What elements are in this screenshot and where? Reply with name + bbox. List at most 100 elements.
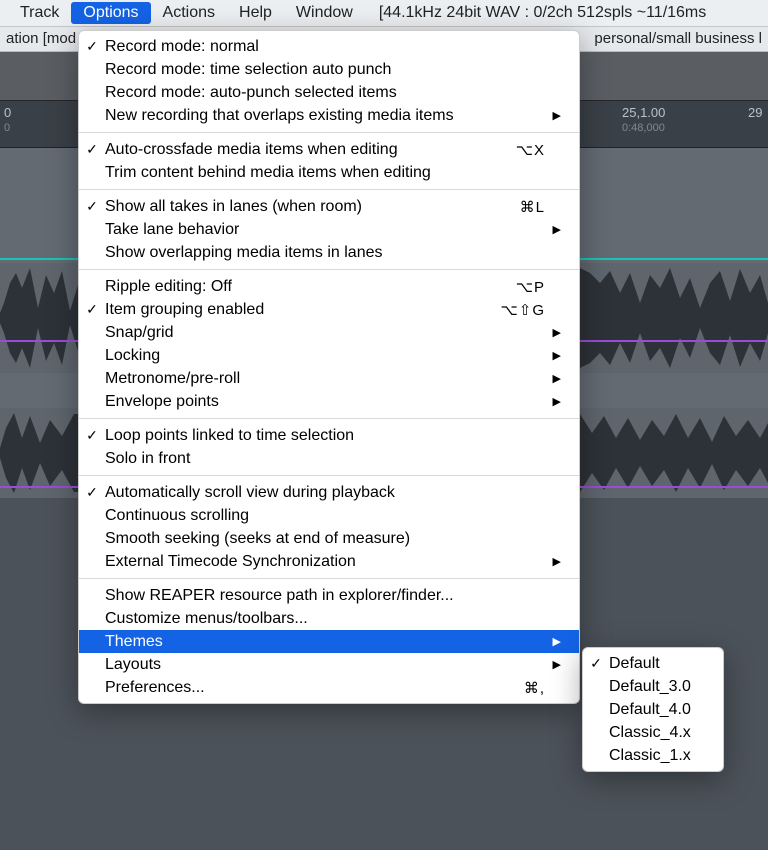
menu-item-label: Show overlapping media items in lanes (105, 244, 545, 262)
menu-item-loop-points-linked-to-time-selection[interactable]: ✓Loop points linked to time selection (79, 424, 579, 447)
theme-item-classic-1-x[interactable]: Classic_1.x (583, 744, 723, 767)
ruler-submark: 0:48,000 (622, 122, 665, 134)
separator (79, 132, 579, 133)
theme-label: Classic_1.x (609, 747, 705, 765)
menu-item-metronome-pre-roll[interactable]: Metronome/pre-roll▶ (79, 367, 579, 390)
menu-item-record-mode-normal[interactable]: ✓Record mode: normal (79, 35, 579, 58)
submenu-arrow-icon: ▶ (545, 635, 561, 648)
menu-item-label: Themes (105, 633, 545, 651)
menu-item-label: Locking (105, 347, 545, 365)
menu-item-show-reaper-resource-path-in-explorer-finder[interactable]: Show REAPER resource path in explorer/fi… (79, 584, 579, 607)
menu-item-label: Show REAPER resource path in explorer/fi… (105, 587, 545, 605)
submenu-arrow-icon: ▶ (545, 349, 561, 362)
theme-item-default-3-0[interactable]: Default_3.0 (583, 675, 723, 698)
menu-item-ripple-editing-off[interactable]: Ripple editing: Off⌥P (79, 275, 579, 298)
checkmark-icon: ✓ (79, 141, 105, 158)
menu-item-auto-crossfade-media-items-when-editing[interactable]: ✓Auto-crossfade media items when editing… (79, 138, 579, 161)
shortcut: ⌘L (496, 198, 545, 216)
checkmark-icon: ✓ (79, 484, 105, 501)
separator (79, 475, 579, 476)
menu-item-label: Customize menus/toolbars... (105, 610, 545, 628)
theme-label: Classic_4.x (609, 724, 705, 742)
checkmark-icon: ✓ (79, 427, 105, 444)
theme-label: Default_4.0 (609, 701, 705, 719)
menu-item-customize-menus-toolbars[interactable]: Customize menus/toolbars... (79, 607, 579, 630)
submenu-arrow-icon: ▶ (545, 326, 561, 339)
menu-item-label: Record mode: auto-punch selected items (105, 84, 545, 102)
menu-item-label: Continuous scrolling (105, 507, 545, 525)
menu-item-show-all-takes-in-lanes-when-room[interactable]: ✓Show all takes in lanes (when room)⌘L (79, 195, 579, 218)
menu-item-label: Solo in front (105, 450, 545, 468)
menu-item-label: Record mode: normal (105, 38, 545, 56)
menu-item-preferences[interactable]: Preferences...⌘, (79, 676, 579, 699)
menu-item-smooth-seeking-seeks-at-end-of-measure[interactable]: Smooth seeking (seeks at end of measure) (79, 527, 579, 550)
menu-item-layouts[interactable]: Layouts▶ (79, 653, 579, 676)
menu-item-label: Layouts (105, 656, 545, 674)
menu-item-locking[interactable]: Locking▶ (79, 344, 579, 367)
menu-item-show-overlapping-media-items-in-lanes[interactable]: Show overlapping media items in lanes (79, 241, 579, 264)
menu-item-snap-grid[interactable]: Snap/grid▶ (79, 321, 579, 344)
menubar: Track Options Actions Help Window [44.1k… (0, 0, 768, 26)
theme-item-default-4-0[interactable]: Default_4.0 (583, 698, 723, 721)
separator (79, 578, 579, 579)
menu-item-continuous-scrolling[interactable]: Continuous scrolling (79, 504, 579, 527)
theme-label: Default (609, 655, 705, 673)
title-left: ation [mod (6, 30, 76, 47)
menu-item-label: Auto-crossfade media items when editing (105, 141, 492, 159)
shortcut: ⌥X (492, 141, 545, 159)
menu-item-label: Take lane behavior (105, 221, 545, 239)
menu-item-label: Snap/grid (105, 324, 545, 342)
separator (79, 269, 579, 270)
menu-item-label: Show all takes in lanes (when room) (105, 198, 496, 216)
theme-item-default[interactable]: ✓Default (583, 652, 723, 675)
menu-item-label: Smooth seeking (seeks at end of measure) (105, 530, 545, 548)
menu-options[interactable]: Options (71, 2, 150, 24)
menu-item-envelope-points[interactable]: Envelope points▶ (79, 390, 579, 413)
menu-track[interactable]: Track (8, 2, 71, 24)
submenu-arrow-icon: ▶ (545, 555, 561, 568)
menu-help[interactable]: Help (227, 2, 284, 24)
submenu-arrow-icon: ▶ (545, 658, 561, 671)
menu-item-record-mode-auto-punch-selected-items[interactable]: Record mode: auto-punch selected items (79, 81, 579, 104)
separator (79, 418, 579, 419)
menu-item-item-grouping-enabled[interactable]: ✓Item grouping enabled⌥⇧G (79, 298, 579, 321)
theme-label: Default_3.0 (609, 678, 705, 696)
menu-item-external-timecode-synchronization[interactable]: External Timecode Synchronization▶ (79, 550, 579, 573)
submenu-arrow-icon: ▶ (545, 372, 561, 385)
separator (79, 189, 579, 190)
shortcut: ⌥P (492, 278, 545, 296)
checkmark-icon: ✓ (79, 38, 105, 55)
options-dropdown: ✓Record mode: normalRecord mode: time se… (78, 30, 580, 704)
menu-item-label: Loop points linked to time selection (105, 427, 545, 445)
menu-item-themes[interactable]: Themes▶ (79, 630, 579, 653)
menu-item-label: Item grouping enabled (105, 301, 476, 319)
menu-item-take-lane-behavior[interactable]: Take lane behavior▶ (79, 218, 579, 241)
submenu-arrow-icon: ▶ (545, 223, 561, 236)
menu-item-record-mode-time-selection-auto-punch[interactable]: Record mode: time selection auto punch (79, 58, 579, 81)
menu-item-label: Metronome/pre-roll (105, 370, 545, 388)
checkmark-icon: ✓ (583, 655, 609, 672)
themes-submenu: ✓Default Default_3.0 Default_4.0 Classic_4.… (582, 647, 724, 772)
menu-item-label: New recording that overlaps existing med… (105, 107, 545, 125)
menu-item-solo-in-front[interactable]: Solo in front (79, 447, 579, 470)
menu-item-automatically-scroll-view-during-playback[interactable]: ✓Automatically scroll view during playba… (79, 481, 579, 504)
menu-item-label: External Timecode Synchronization (105, 553, 545, 571)
menu-item-new-recording-that-overlaps-existing-media-items[interactable]: New recording that overlaps existing med… (79, 104, 579, 127)
menu-actions[interactable]: Actions (151, 2, 227, 24)
menu-item-label: Preferences... (105, 679, 500, 697)
submenu-arrow-icon: ▶ (545, 109, 561, 122)
menu-item-trim-content-behind-media-items-when-editing[interactable]: Trim content behind media items when edi… (79, 161, 579, 184)
ruler-mark: 29 (748, 105, 762, 120)
menu-item-label: Ripple editing: Off (105, 278, 492, 296)
theme-item-classic-4-x[interactable]: Classic_4.x (583, 721, 723, 744)
menu-item-label: Automatically scroll view during playbac… (105, 484, 545, 502)
ruler-mark: 25,1.00 (622, 105, 665, 120)
checkmark-icon: ✓ (79, 198, 105, 215)
menu-item-label: Trim content behind media items when edi… (105, 164, 545, 182)
menu-item-label: Envelope points (105, 393, 545, 411)
ruler-submark: 0 (4, 122, 10, 134)
menu-item-label: Record mode: time selection auto punch (105, 61, 545, 79)
audio-format-status: [44.1kHz 24bit WAV : 0/2ch 512spls ~11/1… (379, 4, 706, 22)
menu-window[interactable]: Window (284, 2, 365, 24)
checkmark-icon: ✓ (79, 301, 105, 318)
